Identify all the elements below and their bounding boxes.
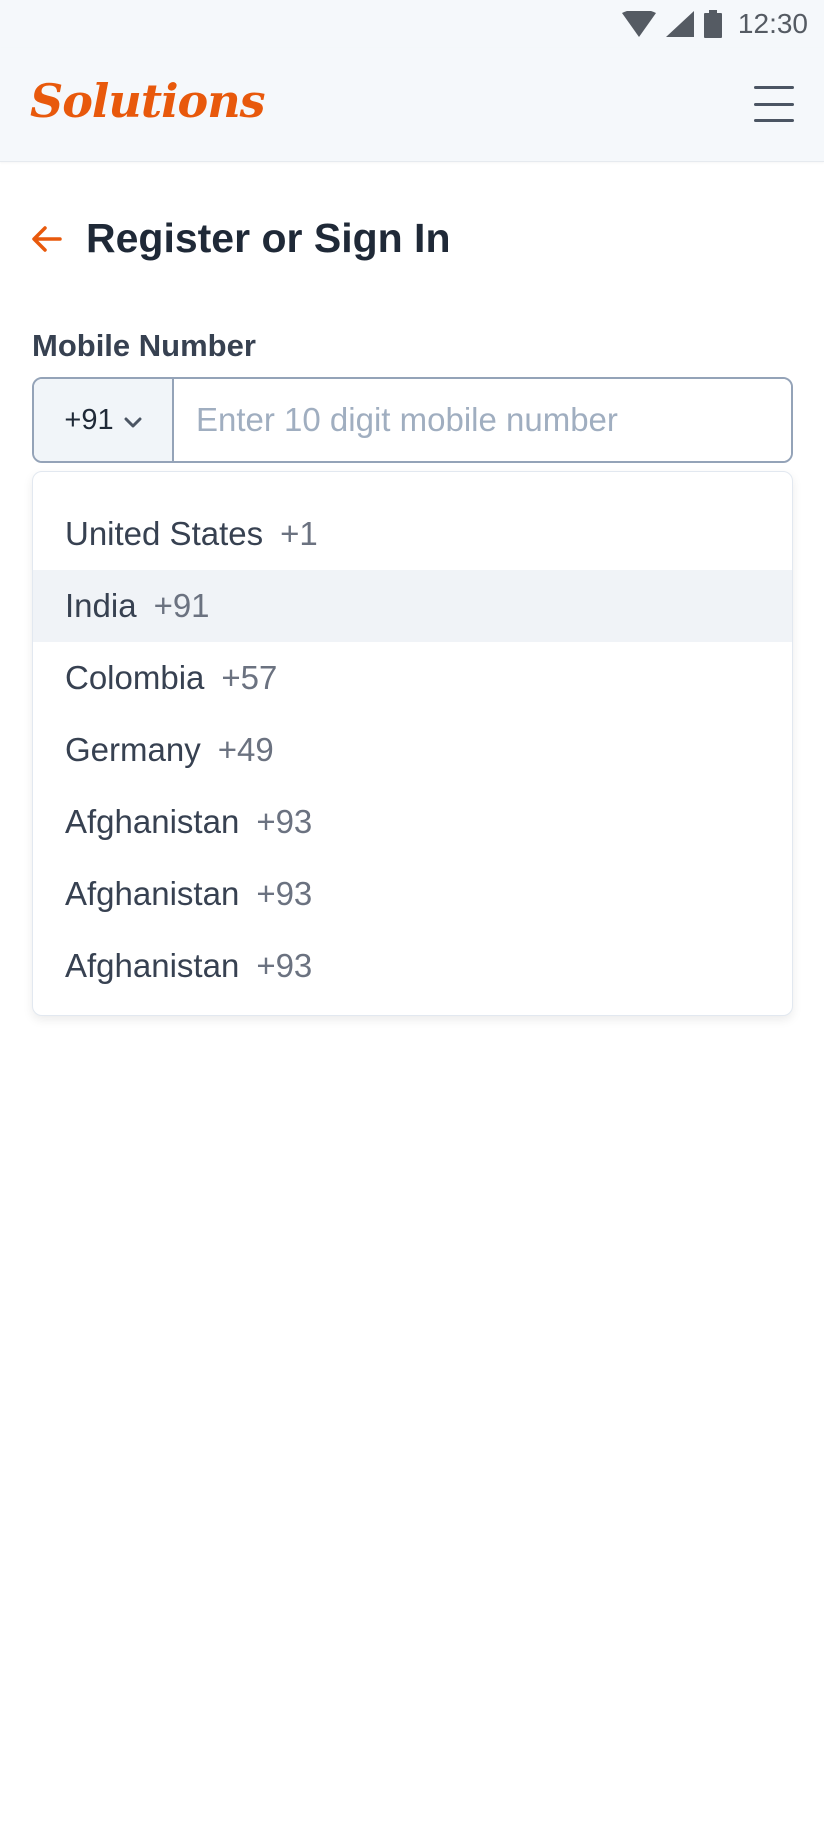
country-code: +57 [221, 659, 278, 696]
country-dropdown: United States +1 India +91 Colombia +57 … [32, 471, 793, 1016]
menu-line [754, 102, 794, 106]
hamburger-menu-icon[interactable] [754, 86, 794, 122]
signal-icon [665, 11, 694, 37]
country-option-india[interactable]: India +91 [33, 570, 792, 642]
country-name: Afghanistan [65, 803, 240, 840]
country-code-value: +91 [64, 403, 114, 436]
country-name: Afghanistan [65, 947, 240, 984]
country-code: +1 [280, 515, 318, 552]
country-name: Germany [65, 731, 201, 768]
country-option-afghanistan[interactable]: Afghanistan +93 [33, 930, 792, 1002]
country-name: Afghanistan [65, 875, 240, 912]
country-code: +91 [153, 587, 210, 624]
country-option-united-states[interactable]: United States +1 [33, 498, 792, 570]
mobile-number-input[interactable] [174, 379, 791, 461]
country-option-colombia[interactable]: Colombia +57 [33, 642, 792, 714]
country-code: +49 [217, 731, 274, 768]
title-row: Register or Sign In [30, 215, 451, 262]
country-name: Colombia [65, 659, 205, 696]
page-title: Register or Sign In [86, 215, 451, 261]
menu-line [754, 119, 794, 122]
logo[interactable]: Solutions [30, 74, 266, 128]
phone-input-group: +91 [32, 377, 793, 463]
battery-icon [703, 10, 722, 38]
country-option-germany[interactable]: Germany +49 [33, 714, 792, 786]
menu-line [754, 86, 794, 89]
status-bar: 12:30 [0, 0, 824, 48]
country-name: United States [65, 515, 264, 552]
country-code: +93 [256, 803, 313, 840]
app-header: Solutions [0, 48, 824, 162]
mobile-number-label: Mobile Number [32, 328, 256, 363]
country-code: +93 [256, 947, 313, 984]
country-code-select[interactable]: +91 [34, 379, 174, 461]
wifi-icon [621, 11, 656, 37]
arrow-left-icon[interactable] [30, 222, 64, 256]
country-option-afghanistan[interactable]: Afghanistan +93 [33, 858, 792, 930]
country-code: +93 [256, 875, 313, 912]
country-option-afghanistan[interactable]: Afghanistan +93 [33, 786, 792, 858]
status-time: 12:30 [737, 8, 808, 39]
country-name: India [65, 587, 137, 624]
chevron-down-icon [124, 404, 142, 437]
